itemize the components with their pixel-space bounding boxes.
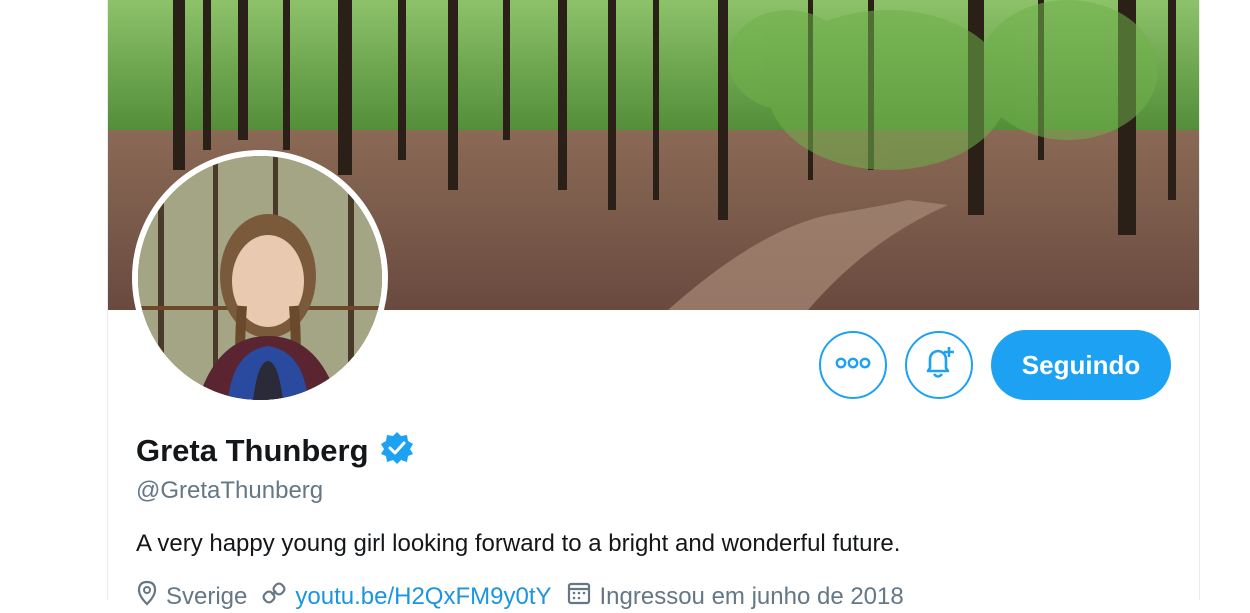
more-options-button[interactable] [819, 331, 887, 399]
more-horizontal-icon [835, 356, 871, 374]
display-name: Greta Thunberg [136, 432, 369, 468]
following-button[interactable]: Seguindo [991, 330, 1171, 400]
name-row: Greta Thunberg [136, 430, 415, 471]
website-item: youtu.be/H2QxFM9y0tY [261, 580, 552, 613]
joined-item: Ingressou em junho de 2018 [566, 580, 904, 613]
website-link[interactable]: youtu.be/H2QxFM9y0tY [295, 583, 551, 611]
verified-badge-icon [379, 430, 415, 471]
location-pin-icon [136, 580, 158, 613]
profile-bio: A very happy young girl looking forward … [136, 530, 901, 557]
link-icon [261, 580, 287, 613]
profile-actions: Seguindo [819, 330, 1171, 400]
profile-meta: Sverige youtu.be/H2QxFM9y0tY Ingressou e… [136, 580, 904, 613]
location-text: Sverige [166, 582, 248, 610]
notifications-button[interactable] [905, 331, 973, 399]
bell-plus-icon [920, 344, 958, 387]
profile-handle: @GretaThunberg [136, 477, 324, 504]
calendar-icon [566, 580, 592, 613]
avatar[interactable] [132, 150, 388, 406]
joined-date-text: Ingressou em junho de 2018 [599, 582, 904, 610]
profile-card: Seguindo Greta Thunberg @GretaThunberg A… [107, 0, 1200, 610]
location-item: Sverige [136, 580, 247, 613]
